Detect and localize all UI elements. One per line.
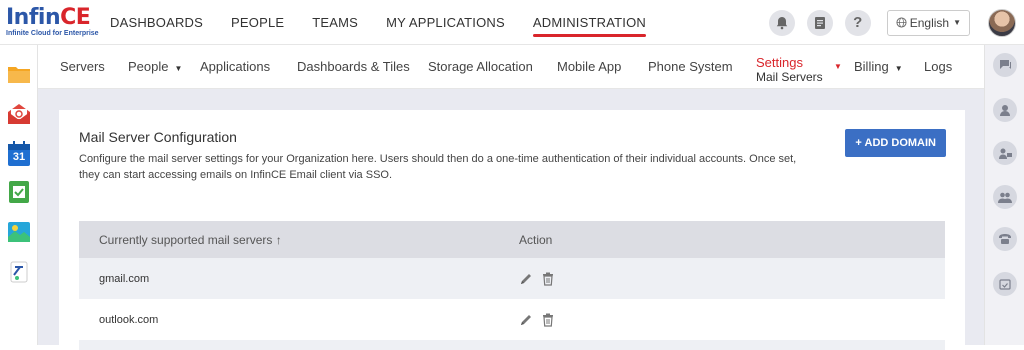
delete-trash-icon[interactable] bbox=[541, 272, 555, 286]
main-content: Mail Server Configuration Configure the … bbox=[38, 89, 984, 350]
subnav-settings-label: Settings bbox=[756, 55, 803, 70]
tasks-icon[interactable] bbox=[7, 181, 31, 203]
top-right-controls: ? English ▼ bbox=[768, 0, 1024, 45]
add-domain-button[interactable]: + ADD DOMAIN bbox=[845, 129, 946, 157]
row-actions bbox=[519, 272, 563, 286]
nav-administration[interactable]: ADMINISTRATION bbox=[532, 0, 647, 45]
column-header-servers[interactable]: Currently supported mail servers ↑ bbox=[79, 233, 519, 247]
admin-sub-navigation: Servers People ▼ Applications Dashboards … bbox=[38, 45, 984, 89]
table-header: Currently supported mail servers ↑ Actio… bbox=[79, 221, 945, 258]
calendar-check-icon[interactable] bbox=[993, 272, 1017, 296]
subnav-billing-label: Billing bbox=[854, 59, 889, 74]
nav-my-applications[interactable]: MY APPLICATIONS bbox=[386, 0, 505, 45]
subnav-mobile-app[interactable]: Mobile App bbox=[557, 45, 621, 89]
mail-server-card: Mail Server Configuration Configure the … bbox=[59, 110, 965, 350]
top-navigation: DASHBOARDS PEOPLE TEAMS MY APPLICATIONS … bbox=[110, 0, 674, 45]
logo-tagline: Infinite Cloud for Enterprise bbox=[6, 30, 99, 37]
chevron-down-icon: ▼ bbox=[953, 18, 961, 27]
calendar-day: 31 bbox=[12, 151, 26, 163]
chevron-down-icon: ▼ bbox=[174, 64, 183, 73]
chat-icon[interactable] bbox=[993, 53, 1017, 77]
folder-icon[interactable] bbox=[7, 63, 31, 85]
mail-servers-table: Currently supported mail servers ↑ Actio… bbox=[79, 221, 945, 350]
subnav-billing[interactable]: Billing ▼ bbox=[854, 45, 903, 89]
chevron-down-icon: ▼ bbox=[894, 64, 903, 73]
row-actions bbox=[519, 313, 563, 327]
server-name: gmail.com bbox=[99, 272, 150, 285]
language-selector[interactable]: English ▼ bbox=[886, 9, 970, 36]
subnav-storage-allocation[interactable]: Storage Allocation bbox=[428, 45, 533, 89]
subnav-dashboards-tiles[interactable]: Dashboards & Tiles bbox=[297, 45, 410, 89]
mail-icon[interactable] bbox=[7, 103, 31, 125]
infince-logo[interactable]: InfinCE Infinite Cloud for Enterprise bbox=[6, 5, 99, 40]
server-name: outlook.com bbox=[99, 313, 159, 326]
table-row: outlook.com bbox=[79, 299, 945, 340]
nav-dashboards[interactable]: DASHBOARDS bbox=[110, 0, 203, 45]
table-row: gmail.com bbox=[79, 258, 945, 299]
column-header-action: Action bbox=[519, 232, 553, 247]
help-icon[interactable]: ? bbox=[844, 9, 871, 36]
edit-pencil-icon[interactable] bbox=[519, 272, 533, 286]
subnav-servers[interactable]: Servers bbox=[60, 45, 105, 89]
user-avatar[interactable] bbox=[988, 8, 1016, 37]
subnav-settings-current: Mail Servers bbox=[756, 70, 823, 84]
logo-text-part1: Infin bbox=[6, 5, 61, 30]
calendar-icon[interactable]: 31 bbox=[7, 141, 31, 167]
subnav-people[interactable]: People ▼ bbox=[128, 45, 182, 89]
contact-icon[interactable] bbox=[993, 141, 1017, 165]
globe-icon bbox=[896, 17, 907, 28]
group-icon[interactable] bbox=[993, 185, 1017, 209]
gallery-icon[interactable] bbox=[7, 221, 31, 243]
nav-teams[interactable]: TEAMS bbox=[312, 0, 358, 45]
subnav-applications[interactable]: Applications bbox=[200, 45, 270, 89]
nav-people[interactable]: PEOPLE bbox=[231, 0, 284, 45]
top-bar: InfinCE Infinite Cloud for Enterprise DA… bbox=[0, 0, 1024, 45]
logo-text-part2: CE bbox=[60, 5, 91, 30]
right-rail bbox=[984, 45, 1024, 345]
edit-pencil-icon[interactable] bbox=[519, 313, 533, 327]
chevron-down-icon: ▼ bbox=[834, 62, 842, 71]
notes-icon[interactable] bbox=[806, 9, 833, 36]
subnav-logs[interactable]: Logs bbox=[924, 45, 952, 89]
delete-trash-icon[interactable] bbox=[541, 313, 555, 327]
language-label: English bbox=[909, 15, 950, 30]
forms-icon[interactable] bbox=[7, 261, 31, 283]
table-row-partial bbox=[79, 340, 945, 350]
subnav-people-label: People bbox=[128, 59, 169, 74]
notifications-bell-icon[interactable] bbox=[768, 9, 795, 36]
phone-icon[interactable] bbox=[993, 227, 1017, 251]
left-app-rail: 31 bbox=[0, 45, 38, 345]
page-description: Configure the mail server settings for y… bbox=[79, 153, 797, 181]
subnav-phone-system[interactable]: Phone System bbox=[648, 45, 733, 89]
person-icon[interactable] bbox=[993, 98, 1017, 122]
page-title: Mail Server Configuration bbox=[79, 129, 237, 145]
